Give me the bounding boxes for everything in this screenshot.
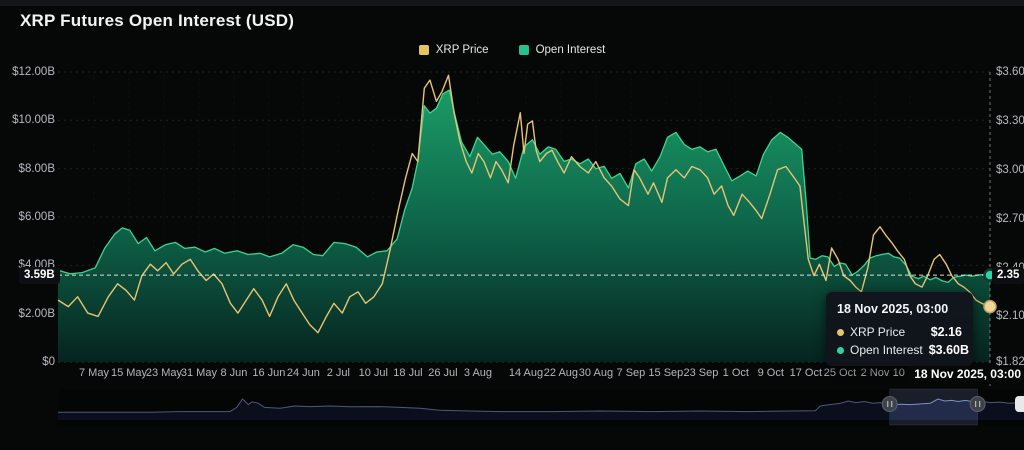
price-current-axis-label: 2.35 [992,267,1024,284]
tooltip-value-open-interest: $3.60B [929,343,969,357]
tooltip-label-open-interest: Open Interest [850,343,923,357]
y-axis-right-tick-label: $3.60 [996,66,1024,78]
x-axis-tick-label: 3 Aug [464,367,492,379]
tooltip-row-xrp-price: XRP Price $2.16 [837,325,962,339]
open-interest-current-axis-label: 3.59B [19,267,60,284]
x-axis-tick-label: 26 Jul [428,367,457,379]
navigator-handle-right[interactable] [970,397,985,412]
navigator-handle-left[interactable] [882,397,897,412]
x-axis-tick-label: 15 May [111,367,147,379]
x-axis-tick-label: 14 Aug [509,367,543,379]
y-axis-right-tick-label: $3.00 [996,164,1024,176]
xrp-price-dot-icon [837,329,844,336]
x-axis-tick-label: 25 Oct [824,367,856,379]
xrp-price-marker-dot [984,301,996,313]
x-axis-tick-label: 7 May [79,367,109,379]
x-axis-tick-label: 10 Jul [359,367,388,379]
y-axis-right-tick-label: $3.30 [996,115,1024,127]
x-axis-tick-label: 22 Aug [544,367,578,379]
x-axis-tick-label: 18 Jul [393,367,422,379]
x-axis-tick-label: 17 Oct [790,367,822,379]
x-axis-tick-label: 2 Jul [327,367,350,379]
y-axis-right-tick-label: $2.70 [996,213,1024,225]
tooltip-label-xrp-price: XRP Price [850,325,905,339]
x-axis-tick-label: 1 Oct [723,367,749,379]
x-axis-tick-label: 23 Sep [683,367,718,379]
x-axis-tick-label: 16 Jun [252,367,285,379]
x-axis-tick-label: 8 Jun [220,367,247,379]
x-axis-tick-label: 30 Aug [579,367,613,379]
navigator-mask-left [58,389,890,425]
y-axis-left-tick-label: $2.00B [3,308,55,320]
x-axis-tick-label: 9 Oct [758,367,784,379]
edge-cropped-handle[interactable] [1015,396,1024,412]
main-chart[interactable] [0,0,1024,450]
tooltip: 18 Nov 2025, 03:00 XRP Price $2.16 Open … [826,292,973,366]
y-axis-left-tick-label: $10.00B [3,114,55,126]
open-interest-dot-icon [837,347,844,354]
tooltip-date: 18 Nov 2025, 03:00 [837,302,962,316]
x-axis-tick-label: 2 Nov [861,367,890,379]
y-axis-left-tick-label: $12.00B [3,66,55,78]
y-axis-left-tick-label: $6.00B [3,211,55,223]
navigator-selected-range[interactable] [890,389,978,425]
y-axis-left-tick-label: $8.00B [3,163,55,175]
x-axis-tick-label: 15 Sep [648,367,683,379]
crosshair-date-label: 18 Nov 2025, 03:00 [908,366,1023,382]
x-axis-tick-label: 24 Jun [287,367,320,379]
tooltip-value-xrp-price: $2.16 [931,325,962,339]
tooltip-row-open-interest: Open Interest $3.60B [837,343,962,357]
x-axis-tick-label: 23 May [146,367,182,379]
x-axis-tick-label: 31 May [181,367,217,379]
x-axis-tick-label: 7 Sep [617,367,646,379]
y-axis-right-tick-label: $2.10 [996,310,1024,322]
y-axis-left-tick-label: $0 [3,356,55,368]
